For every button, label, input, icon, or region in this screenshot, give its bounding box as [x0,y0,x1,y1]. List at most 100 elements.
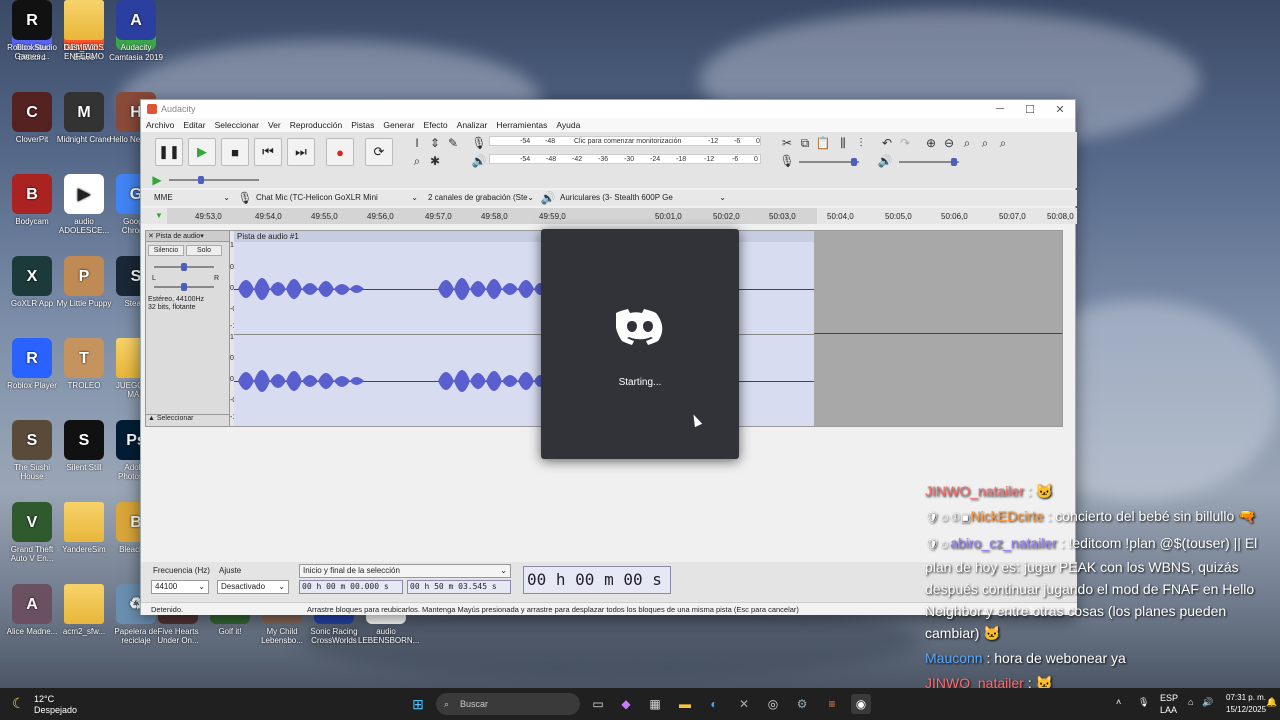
recording-channels-select[interactable]: 2 canales de grabación (Ste ⌄ [425,192,537,204]
loop-button[interactable]: ⟳ [365,138,393,166]
desktop-icon[interactable]: M Midnight Crane [56,92,112,144]
menu-editar[interactable]: Editar [183,120,205,130]
trim-icon[interactable]: ⫼ [835,135,851,151]
snap-select[interactable]: Desactivado ⌄ [217,580,289,594]
zoom-tool-icon[interactable]: ⌕ [409,153,425,169]
language-indicator[interactable]: ESP [1160,693,1178,703]
tray-mic-icon[interactable]: 🎙 [1138,697,1149,708]
pan-slider[interactable] [154,283,214,291]
minimize-button[interactable]: ─ [985,103,1015,116]
store-icon[interactable]: ▦ [645,694,665,714]
cut-icon[interactable]: ✂ [779,135,795,151]
menu-efecto[interactable]: Efecto [424,120,448,130]
steam-taskbar-icon[interactable]: ⚙ [792,694,812,714]
zoom-toggle-icon[interactable]: ⌕ [995,135,1011,151]
goxlr-taskbar-icon[interactable]: ✕ [734,694,754,714]
maximize-button[interactable]: ☐ [1015,103,1045,116]
zoom-in-icon[interactable]: ⊕ [923,135,939,151]
close-button[interactable]: ✕ [1045,103,1075,116]
desktop-icon[interactable]: T TROLEO [56,338,112,390]
envelope-tool-icon[interactable]: ⇕ [427,135,443,151]
menu-herramientas[interactable]: Herramientas [496,120,547,130]
menu-ayuda[interactable]: Ayuda [556,120,580,130]
clock-date[interactable]: 15/12/2025 [1226,705,1266,714]
track-close-icon[interactable]: ✕ [148,233,154,240]
audacity-taskbar-icon[interactable]: ≡ [822,694,842,714]
desktop-icon[interactable]: YandereSim [56,502,112,554]
paste-icon[interactable]: 📋 [815,135,831,151]
discord-taskbar-icon[interactable]: ◉ [851,694,871,714]
project-rate-select[interactable]: 44100 ⌄ [151,580,209,594]
menu-generar[interactable]: Generar [383,120,414,130]
stop-button[interactable]: ■ [221,138,249,166]
notification-icon[interactable]: 🔔 [1266,697,1277,708]
pause-button[interactable]: ❚❚ [155,138,183,166]
silence-icon[interactable]: ⫶ [853,135,869,151]
fit-selection-icon[interactable]: ⌕ [959,135,975,151]
empty-track-area[interactable] [814,231,1062,426]
menu-ver[interactable]: Ver [268,120,281,130]
copilot-icon[interactable]: ◆ [616,694,636,714]
desktop-icon[interactable]: ▶ audio ADOLESCE... [56,174,112,235]
menu-reproduccion[interactable]: Reproducción [290,120,342,130]
select-track-button[interactable]: ▲ Seleccionar [146,414,230,425]
network-icon[interactable]: ⌂ [1188,697,1193,707]
taskbar-search[interactable]: ⌕ Buscar [436,693,580,715]
record-button[interactable]: ● [326,138,354,166]
gain-slider[interactable] [154,263,214,271]
weather-temp[interactable]: 12°C [34,694,54,704]
zoom-out-icon[interactable]: ⊖ [941,135,957,151]
desktop-icon[interactable]: A Audacity [108,0,164,52]
selection-tool-icon[interactable]: I [409,135,425,151]
recording-device-select[interactable]: Chat Mic (TC-Helicon GoXLR Mini ⌄ [253,192,421,204]
desktop-icon[interactable]: C CloverPit [4,92,60,144]
task-view-icon[interactable]: ▭ [588,694,608,714]
selection-mode-select[interactable]: Inicio y final de la selección ⌄ [299,564,511,578]
multi-tool-icon[interactable]: ✱ [427,153,443,169]
file-explorer-icon[interactable]: ▬ [675,694,695,714]
playback-meter[interactable]: -54 -48 -42 -36 -30 -24 -18 -12 -6 0 [489,154,761,164]
skip-end-button[interactable]: ⏭ [287,138,315,166]
redo-icon[interactable]: ↷ [897,135,913,151]
solo-button[interactable]: Solo [186,245,222,256]
desktop-icon[interactable]: A Alice Madne... [4,584,60,636]
playback-device-select[interactable]: Auriculares (3- Stealth 600P Ge ⌄ [557,192,729,204]
desktop-icon[interactable]: S The Sushi House [4,420,60,481]
start-button[interactable]: ⊞ [408,694,428,714]
clock-time[interactable]: 07:31 p. m. [1226,693,1266,702]
desktop-icon[interactable]: V Grand Theft Auto V En... [4,502,60,563]
selection-end-time[interactable]: 00 h 50 m 03.545 s [407,580,511,594]
desktop-icon[interactable]: B Bodycam [4,174,60,226]
desktop-icon[interactable]: R Roblox Studio [4,0,60,52]
timeline-ruler[interactable]: ▼ 49:53,0 49:54,0 49:55,0 49:56,0 49:57,… [141,208,1077,224]
selection-start-time[interactable]: 00 h 00 m 00.000 s [299,580,403,594]
menu-pistas[interactable]: Pistas [351,120,374,130]
recording-volume-slider[interactable] [799,158,859,166]
play-button[interactable]: ▶ [188,138,216,166]
skip-start-button[interactable]: ⏮ [254,138,282,166]
undo-icon[interactable]: ↶ [879,135,895,151]
desktop-icon[interactable]: S Silent Still [56,420,112,472]
play-at-speed-icon[interactable]: ▶ [149,172,165,188]
weather-desc[interactable]: Despejado [34,705,77,715]
audio-position-display[interactable]: 00 h 00 m 00 s [523,566,671,594]
draw-tool-icon[interactable]: ✎ [445,135,461,151]
fit-project-icon[interactable]: ⌕ [977,135,993,151]
record-meter[interactable]: -54 -48 Clic para comenzar monitorizació… [489,136,761,146]
volume-icon[interactable]: 🔊 [1202,697,1213,708]
menu-archivo[interactable]: Archivo [146,120,174,130]
language-layout[interactable]: LAA [1160,705,1177,715]
edge-icon[interactable]: ◐ [704,694,724,714]
mute-button[interactable]: Silencio [148,245,184,256]
copy-icon[interactable]: ⧉ [797,135,813,151]
menu-seleccionar[interactable]: Seleccionar [215,120,259,130]
obs-icon[interactable]: ◎ [763,694,783,714]
desktop-icon[interactable]: X GoXLR App [4,256,60,308]
menu-analizar[interactable]: Analizar [457,120,488,130]
desktop-icon[interactable]: R Roblox Player [4,338,60,390]
playback-volume-slider[interactable] [899,158,959,166]
desktop-icon[interactable]: P My Little Puppy [56,256,112,308]
audio-host-select[interactable]: MME ⌄ [151,192,233,204]
track-header[interactable]: ✕ Pista de audio▾ [146,231,229,242]
desktop-icon[interactable]: acm2_sfw... [56,584,112,636]
